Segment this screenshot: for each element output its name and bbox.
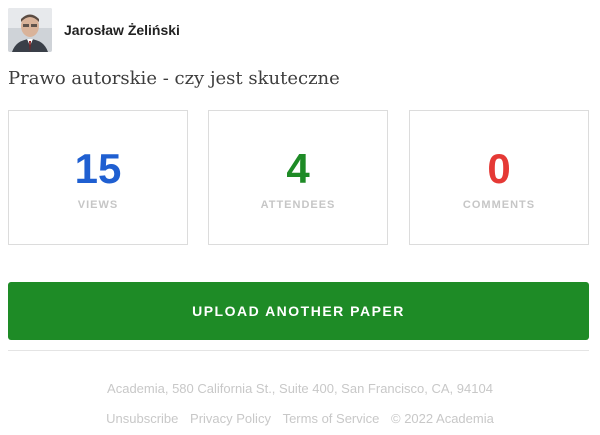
paper-title[interactable]: Prawo autorskie - czy jest skuteczne (8, 68, 340, 89)
attendees-count: 4 (286, 145, 310, 192)
stat-card-attendees: 4 ATTENDEES (208, 110, 388, 245)
stats-panel: 15 VIEWS 4 ATTENDEES 0 COMMENTS (8, 110, 589, 245)
stat-card-views: 15 VIEWS (8, 110, 188, 245)
views-label: VIEWS (77, 199, 119, 211)
author-name[interactable]: Jarosław Żeliński (64, 22, 180, 38)
copyright: © 2022 Academia (391, 411, 494, 426)
footer-links: Unsubscribe Privacy Policy Terms of Serv… (0, 411, 600, 426)
unsubscribe-link[interactable]: Unsubscribe (106, 411, 178, 426)
comments-count: 0 (487, 145, 511, 192)
footer-address: Academia, 580 California St., Suite 400,… (107, 381, 493, 396)
divider (8, 350, 589, 351)
terms-of-service-link[interactable]: Terms of Service (283, 411, 380, 426)
privacy-policy-link[interactable]: Privacy Policy (190, 411, 271, 426)
comments-label: COMMENTS (462, 199, 536, 211)
views-count: 15 (74, 145, 122, 192)
author-portrait-icon (8, 8, 52, 52)
upload-another-paper-button[interactable]: UPLOAD ANOTHER PAPER (8, 282, 589, 340)
author-header: Jarosław Żeliński (8, 8, 180, 52)
stat-card-comments: 0 COMMENTS (409, 110, 589, 245)
attendees-label: ATTENDEES (260, 199, 336, 211)
avatar[interactable] (8, 8, 52, 52)
